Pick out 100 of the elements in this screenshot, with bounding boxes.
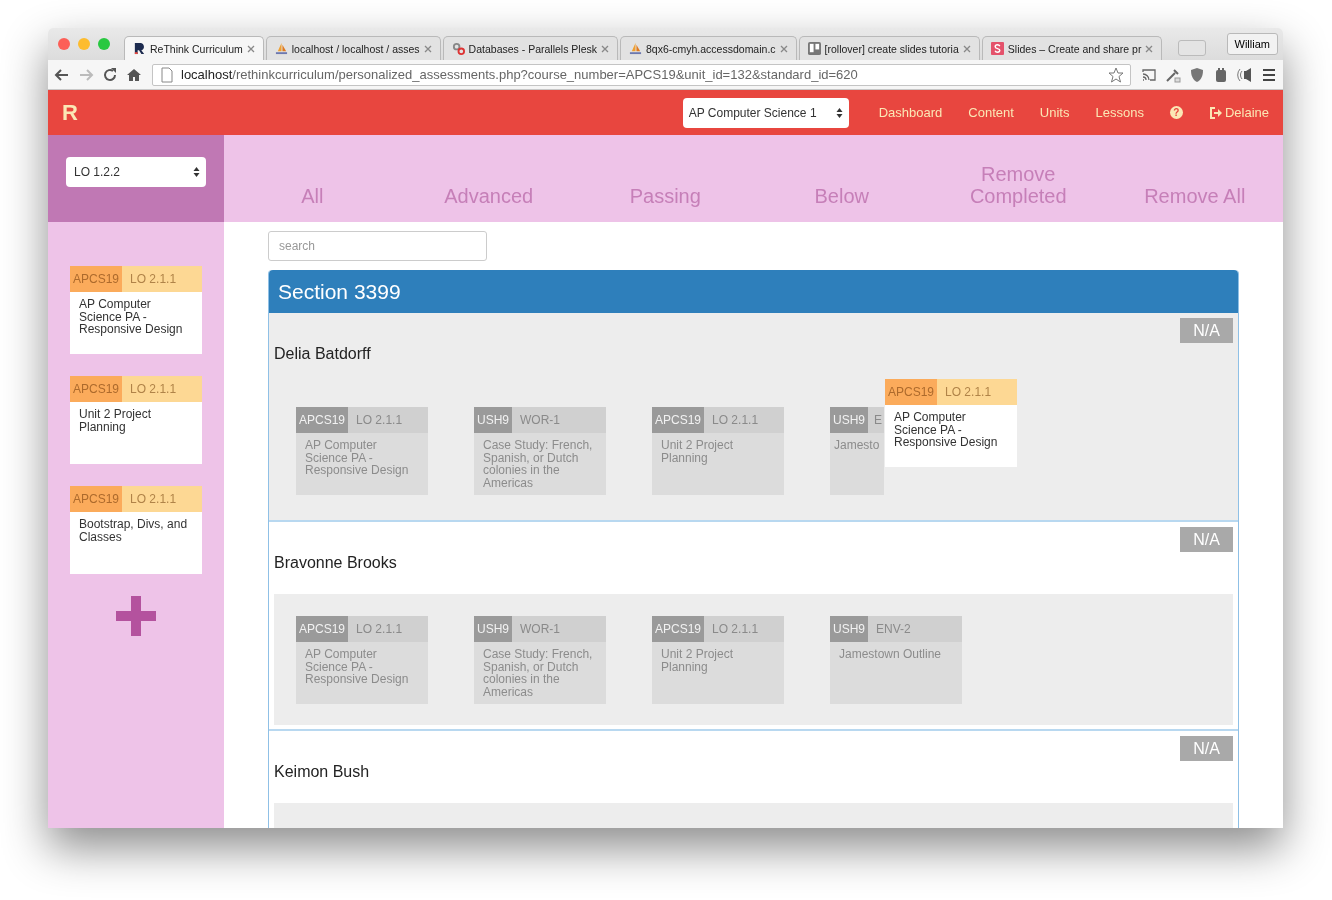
plug-icon[interactable] <box>1213 66 1229 83</box>
browser-tab[interactable]: Slides – Create and share pr <box>981 36 1163 60</box>
assessment-title: Jamestown Outline <box>830 642 962 704</box>
profile-button[interactable]: William <box>1226 33 1278 55</box>
assessment-title: AP Computer Science PA - Responsive Design <box>296 642 428 704</box>
assessment-title: Case Study: French, Spanish, or Dutch colonies in the Americas <box>474 433 606 495</box>
help-icon[interactable]: ? <box>1169 106 1183 119</box>
assessment-title: AP Computer Science PA - Responsive Design <box>296 433 428 495</box>
standard-code: LO 2.1.1 <box>122 266 202 292</box>
standard-code: LO 2.1.1 <box>704 407 784 433</box>
assessment-title: Jamesto <box>830 433 884 495</box>
board-icon <box>807 42 821 55</box>
course-tag: APCS19 <box>296 616 349 642</box>
standard-code: LO 2.1.1 <box>122 376 202 402</box>
search-field[interactable]: search <box>268 231 487 261</box>
menu-icon[interactable] <box>1261 66 1277 83</box>
course-tag: USH9 <box>830 616 868 642</box>
standard-code: LO 2.1.1 <box>122 486 202 512</box>
assessment-card[interactable]: USH9 ENV-2 Jamestown Outline <box>830 616 962 704</box>
assessment-title: Bootstrap, Divs, and Classes <box>70 512 202 574</box>
browser-tab[interactable]: localhost / localhost / asses <box>265 36 441 60</box>
assessment-card[interactable]: USH9 WOR-1 Case Study: French, Spanish, or Dutch colonies in the Americas <box>474 407 606 495</box>
sailboat-icon <box>274 42 288 55</box>
filter-button[interactable]: All <box>257 185 368 207</box>
logo-icon <box>133 42 146 55</box>
reload-icon[interactable] <box>102 66 118 83</box>
shield-icon[interactable] <box>1189 66 1205 83</box>
add-icon[interactable] <box>116 596 156 636</box>
assessment-card[interactable]: APCS19 LO 2.1.1 AP Computer Science PA - Responsive Design <box>296 407 428 495</box>
assessment-card[interactable]: APCS19 LO 2.1.1 Unit 2 Project Planning <box>70 376 202 464</box>
logout-link[interactable]: Delaine <box>1208 105 1269 120</box>
course-tag: APCS19 <box>70 486 123 512</box>
sailboat-icon <box>629 42 642 55</box>
app-logo[interactable]: R <box>62 99 78 126</box>
course-tag: APCS19 <box>885 379 938 405</box>
filter-button[interactable]: Remove Completed <box>963 163 1074 207</box>
assessment-card[interactable]: USH9 WOR-1 Case Study: French, Spanish, or Dutch colonies in the Americas <box>474 616 606 704</box>
nav-link[interactable]: Units <box>1039 105 1070 120</box>
forward-icon[interactable] <box>78 66 94 83</box>
close-icon[interactable] <box>601 44 609 53</box>
speaker-icon[interactable] <box>1237 66 1253 83</box>
course-tag: APCS19 <box>652 407 705 433</box>
course-tag: USH9 <box>474 616 512 642</box>
standard-select[interactable]: LO 1.2.2 <box>66 157 206 187</box>
address-bar[interactable]: localhost/rethinkcurriculum/personalized_assessments.php?course_number=APCS19&unit_id=132&standard_id=620 <box>152 63 1131 86</box>
standard-code: LO 2.1.1 <box>348 407 428 433</box>
close-icon[interactable] <box>246 44 255 53</box>
browser-tab[interactable]: 8qx6-cmyh.accessdomain.c <box>620 36 797 60</box>
nav-link[interactable]: Content <box>968 105 1014 120</box>
filter-button[interactable]: Remove All <box>1139 185 1250 207</box>
nav-link[interactable]: Lessons <box>1095 105 1144 120</box>
filter-button[interactable]: Below <box>786 185 897 207</box>
nav-link[interactable]: Dashboard <box>878 105 943 120</box>
close-icon[interactable] <box>779 44 788 53</box>
close-button[interactable] <box>58 38 70 50</box>
browser-tab[interactable]: Databases - Parallels Plesk <box>442 36 618 60</box>
close-icon[interactable] <box>1145 44 1154 53</box>
zoom-button[interactable] <box>98 38 110 50</box>
cast-icon[interactable] <box>1141 66 1157 83</box>
course-tag: USH9 <box>474 407 512 433</box>
browser-tab[interactable]: [rollover] create slides tutoria <box>798 36 980 60</box>
standard-code: LO 2.1.1 <box>348 616 428 642</box>
course-tag: USH9 <box>830 407 868 433</box>
select-arrows-icon <box>835 106 843 119</box>
course-select[interactable]: AP Computer Science 1 <box>682 97 849 128</box>
standard-code: WOR-1 <box>512 407 606 433</box>
assessment-title: Unit 2 Project Planning <box>652 642 784 704</box>
close-icon[interactable] <box>423 44 432 53</box>
filter-button[interactable]: Passing <box>610 185 721 207</box>
assessment-card[interactable]: USH9 E Jamesto <box>830 407 884 495</box>
eyedropper-icon[interactable] <box>1165 66 1181 83</box>
assessment-title: Unit 2 Project Planning <box>70 402 202 464</box>
student-name: Keimon Bush <box>274 763 371 782</box>
star-icon[interactable] <box>1108 66 1124 83</box>
standard-code: E <box>868 407 884 433</box>
course-tag: APCS19 <box>296 407 349 433</box>
gears-icon <box>451 42 465 55</box>
section-header: Section 3399 <box>269 270 1238 313</box>
browser-tab[interactable]: ReThink Curriculum <box>124 36 264 60</box>
standard-code: LO 2.1.1 <box>704 616 784 642</box>
standard-code: LO 2.1.1 <box>937 379 1017 405</box>
assessment-card[interactable]: APCS19 LO 2.1.1 AP Computer Science PA - Responsive Design <box>296 616 428 704</box>
course-tag: APCS19 <box>652 616 705 642</box>
assessment-card[interactable]: APCS19 LO 2.1.1 Unit 2 Project Planning <box>652 407 784 495</box>
page-icon <box>159 66 175 83</box>
course-tag: APCS19 <box>70 266 123 292</box>
assessment-title: AP Computer Science PA - Responsive Design <box>885 405 1017 467</box>
home-icon[interactable] <box>126 66 142 83</box>
assessment-card[interactable]: APCS19 LO 2.1.1 Bootstrap, Divs, and Classes <box>70 486 202 574</box>
filter-button[interactable]: Advanced <box>433 185 544 207</box>
assessment-card[interactable]: APCS19 LO 2.1.1 AP Computer Science PA - Responsive Design <box>885 379 1017 467</box>
status-button[interactable]: N/A <box>1180 318 1233 343</box>
status-button[interactable]: N/A <box>1180 736 1233 761</box>
back-icon[interactable] <box>54 66 70 83</box>
assessment-card[interactable]: APCS19 LO 2.1.1 Unit 2 Project Planning <box>652 616 784 704</box>
status-button[interactable]: N/A <box>1180 527 1233 552</box>
assessment-card[interactable]: APCS19 LO 2.1.1 AP Computer Science PA - Responsive Design <box>70 266 202 354</box>
close-icon[interactable] <box>962 44 971 53</box>
assessment-title: Case Study: French, Spanish, or Dutch colonies in the Americas <box>474 642 606 704</box>
slides-icon <box>990 42 1004 55</box>
